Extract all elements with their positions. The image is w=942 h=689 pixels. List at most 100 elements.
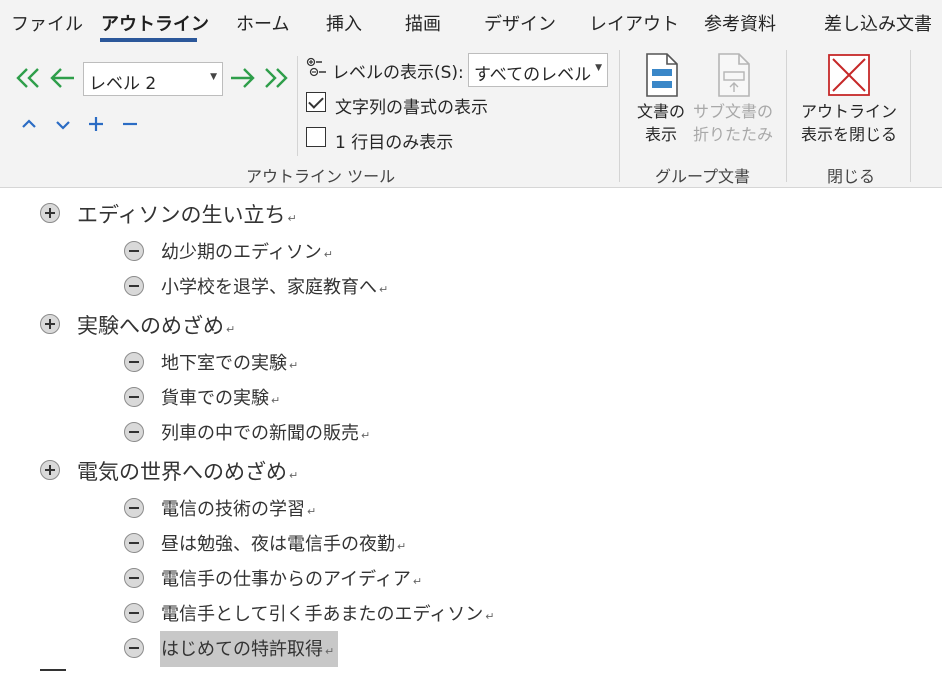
show-first-line-only-checkbox[interactable] [306, 127, 326, 147]
ribbon: レベル 2 ▼ レベルの表示(S): すべてのレベル ▼ 文字列の書式の表示 1… [0, 48, 942, 188]
heading-text: 電信手の仕事からのアイディア [161, 569, 411, 590]
collapse-symbol-icon[interactable] [124, 498, 144, 518]
paragraph-mark: ↵ [412, 575, 423, 588]
tab-home[interactable]: ホーム [236, 10, 289, 36]
ribbon-separator [786, 50, 787, 182]
collapse-subdocument-icon [718, 53, 750, 97]
paragraph-mark: ↵ [289, 469, 299, 482]
collapse-symbol-icon[interactable] [124, 638, 144, 658]
group-label-close: 閉じる [827, 167, 876, 186]
ribbon-separator [619, 50, 620, 182]
double-left-arrow-icon [16, 68, 39, 88]
expand-symbol-icon[interactable] [40, 460, 60, 480]
show-level-label: レベルの表示(S): [332, 63, 464, 83]
paragraph-mark: ↵ [397, 540, 407, 553]
tab-file[interactable]: ファイル [11, 10, 83, 36]
heading-text: はじめての特許取得 [161, 639, 323, 660]
show-document-label-line2: 表示 [644, 125, 677, 144]
expand-button[interactable] [87, 115, 105, 136]
show-document-button[interactable]: 文書の 表示 [630, 52, 692, 146]
group-label-master-document: グループ文書 [655, 167, 751, 186]
promote-button[interactable] [50, 66, 76, 94]
chevron-down-icon [56, 121, 70, 130]
active-tab-indicator [100, 38, 197, 42]
outline-level-dropdown[interactable]: レベル 2 ▼ [83, 62, 223, 96]
collapse-symbol-icon[interactable] [124, 387, 144, 407]
collapse-button[interactable] [121, 115, 139, 136]
paragraph-mark: ↵ [323, 248, 333, 261]
heading-text: 貨車での実験 [161, 388, 269, 409]
ribbon-tab-bar: ファイル アウトライン ホーム 挿入 描画 デザイン レイアウト 参考資料 差し… [0, 0, 942, 48]
tab-references[interactable]: 参考資料 [704, 10, 776, 36]
outline-level-value: レベル 2 [89, 74, 157, 94]
paragraph-mark: ↵ [485, 610, 495, 623]
move-down-button[interactable] [54, 116, 72, 137]
collapse-subdocuments-label-line1: サブ文書の [692, 102, 773, 121]
collapse-symbol-icon[interactable] [124, 241, 144, 261]
tab-mailings[interactable]: 差し込み文書 [824, 10, 932, 36]
close-outline-label-line1: アウトライン [800, 102, 897, 121]
demote-button[interactable] [229, 66, 255, 94]
show-level-dropdown[interactable]: すべてのレベル ▼ [468, 53, 608, 87]
tab-design[interactable]: デザイン [484, 10, 556, 36]
document-icon [646, 53, 678, 97]
right-arrow-icon [231, 68, 255, 88]
show-text-formatting-label: 文字列の書式の表示 [335, 98, 488, 118]
tab-outline[interactable]: アウトライン [101, 10, 209, 36]
heading-text: 地下室での実験 [161, 353, 287, 374]
close-icon [828, 54, 870, 96]
paragraph-mark: ↵ [289, 359, 299, 372]
show-document-label-line1: 文書の [636, 102, 685, 121]
tab-insert[interactable]: 挿入 [326, 10, 362, 36]
heading-text: 小学校を退学、家庭教育へ [161, 277, 377, 298]
outline-document[interactable]: エディソンの生い立ち ↵ 幼少期のエディソン ↵ 小学校を退学、家庭教育へ ↵ 実験へ… [0, 189, 942, 689]
ribbon-separator [910, 50, 911, 182]
paragraph-mark: ↵ [379, 283, 389, 296]
heading-text: 電信手として引く手あまたのエディソン [161, 604, 484, 625]
minus-icon [123, 122, 137, 126]
heading-text: 電信の技術の学習 [161, 499, 305, 520]
show-level-value: すべてのレベル [474, 65, 592, 85]
collapse-subdocuments-button[interactable]: サブ文書の 折りたたみ [692, 52, 774, 146]
collapse-subdocuments-label-line2: 折りたたみ [692, 125, 773, 144]
collapse-symbol-icon[interactable] [124, 422, 144, 442]
paragraph-mark: ↵ [271, 394, 281, 407]
close-outline-view-button[interactable]: アウトライン 表示を閉じる [798, 52, 900, 146]
paragraph-mark: ↵ [287, 212, 297, 225]
chevron-up-icon [22, 119, 36, 128]
collapse-symbol-icon[interactable] [124, 533, 144, 553]
tab-layout[interactable]: レイアウト [589, 10, 679, 36]
collapse-symbol-icon[interactable] [124, 276, 144, 296]
collapse-symbol-icon[interactable] [124, 352, 144, 372]
plus-icon [89, 117, 103, 131]
dropdown-caret-icon: ▼ [595, 63, 602, 73]
expand-symbol-icon[interactable] [40, 203, 60, 223]
paragraph-mark: ↵ [307, 505, 317, 518]
collapse-symbol-icon[interactable] [124, 568, 144, 588]
show-first-line-only-label: 1 行目のみ表示 [335, 133, 454, 153]
close-outline-label-line2: 表示を閉じる [800, 125, 897, 144]
demote-to-body-text-button[interactable] [262, 66, 290, 94]
heading-text: エディソンの生い立ち [77, 203, 286, 227]
show-text-formatting-checkbox[interactable] [306, 92, 326, 112]
tab-draw[interactable]: 描画 [405, 10, 441, 36]
paragraph-mark: ↵ [361, 429, 371, 442]
show-level-icon [306, 56, 330, 80]
heading-text: 昼は勉強、夜は電信手の夜勤 [161, 534, 395, 555]
expand-symbol-icon[interactable] [40, 314, 60, 334]
group-label-outline-tools: アウトライン ツール [246, 167, 396, 186]
ribbon-separator [297, 56, 298, 156]
move-up-button[interactable] [20, 115, 38, 136]
dropdown-caret-icon: ▼ [210, 72, 217, 82]
collapse-symbol-icon[interactable] [124, 603, 144, 623]
double-right-arrow-icon [265, 68, 288, 88]
promote-to-heading1-button[interactable] [14, 66, 42, 94]
heading-text: 実験へのめざめ [77, 314, 224, 338]
heading-text: 電気の世界へのめざめ [77, 460, 287, 484]
left-arrow-icon [50, 68, 74, 88]
heading-text: 列車の中での新聞の販売 [161, 423, 359, 444]
heading-text: 幼少期のエディソン [161, 242, 322, 263]
paragraph-mark: ↵ [226, 323, 236, 336]
end-of-document-mark [40, 669, 66, 671]
paragraph-mark: ↵ [325, 645, 335, 658]
